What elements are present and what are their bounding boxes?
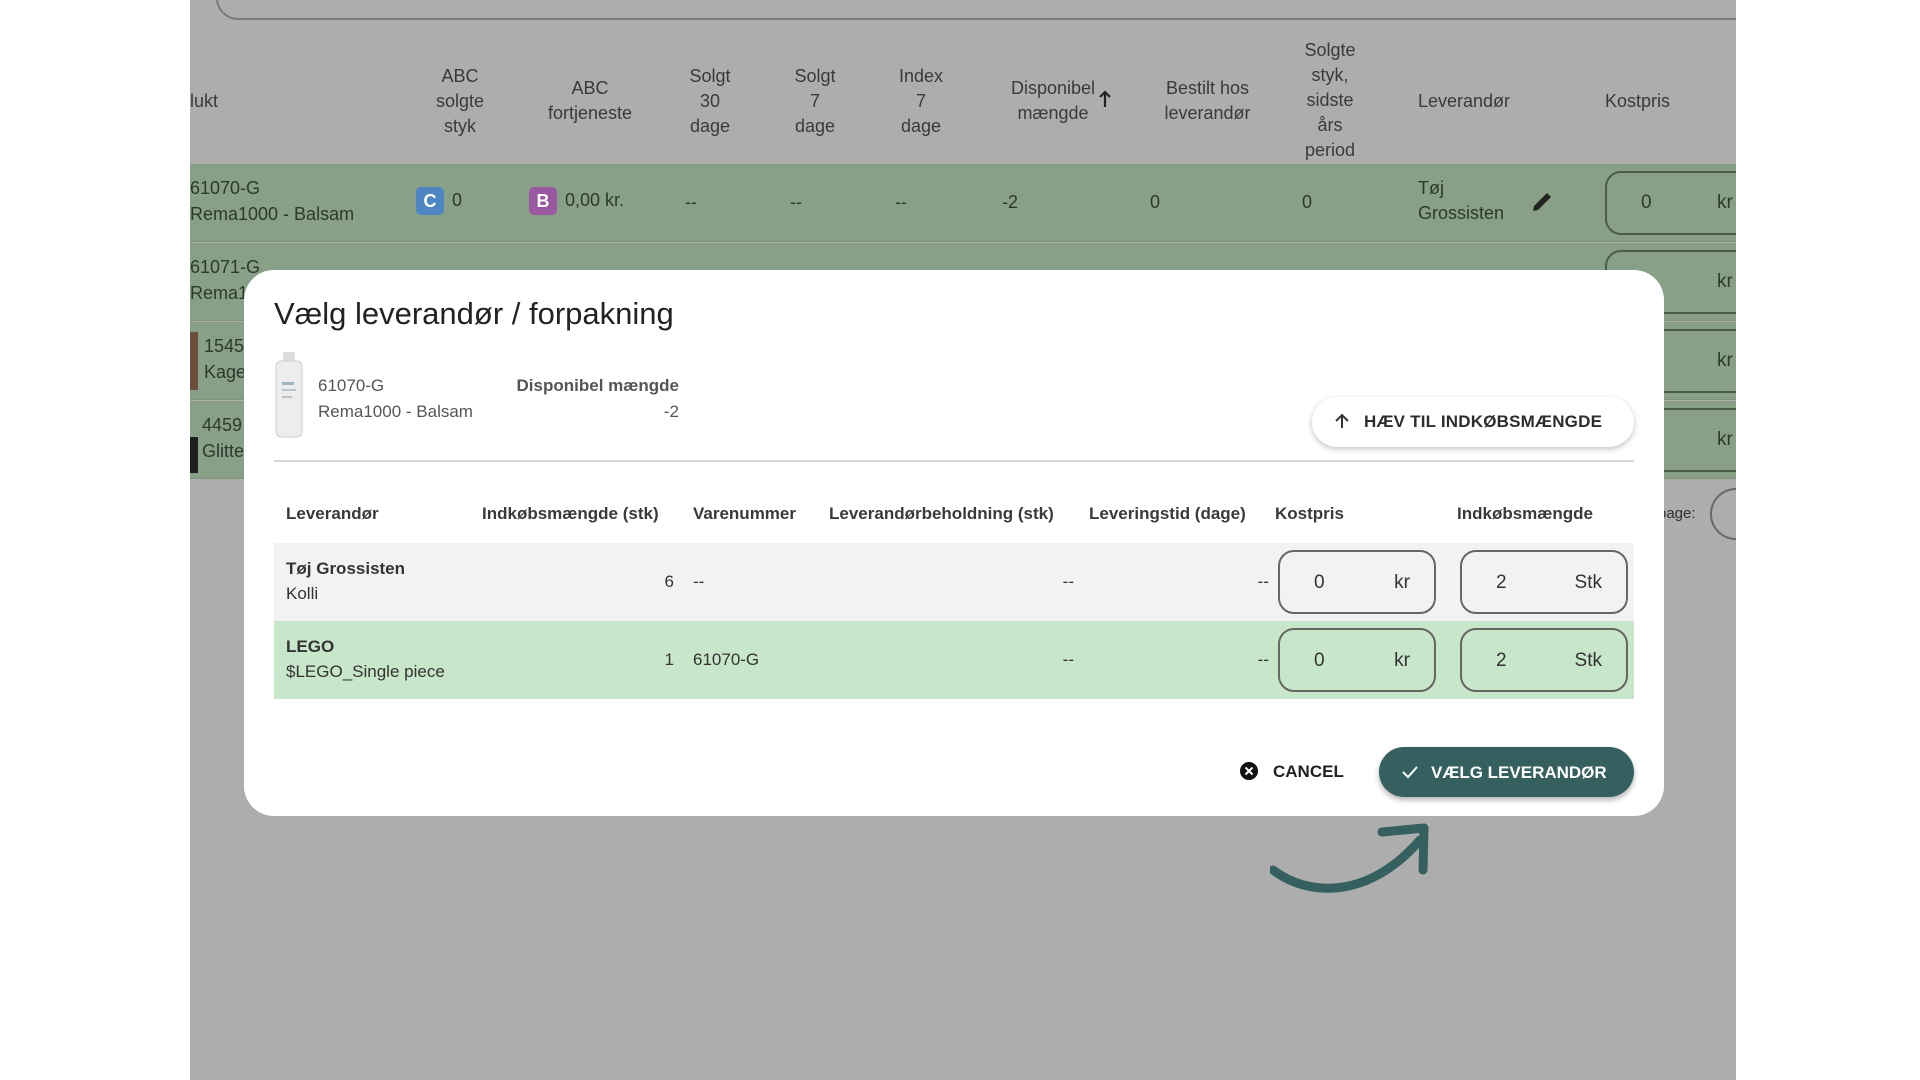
header-abc-solgte: ABC solgte styk — [435, 66, 485, 136]
dialog-title: Vælg leverandør / forpakning — [274, 296, 674, 331]
supplier-name: LEGO — [286, 637, 335, 656]
pagination-select[interactable] — [1710, 488, 1736, 540]
row-name: Rema1000 - Balsam — [190, 204, 355, 224]
choose-supplier-button[interactable]: VÆLG LEVERANDØR — [1379, 747, 1634, 797]
header-index-7: Index 7 dage — [898, 66, 944, 136]
quantity-input[interactable]: 2 Stk — [1460, 628, 1628, 692]
row-name: Glitte — [202, 441, 245, 461]
row-sku: 4459 — [202, 415, 243, 435]
header-bestilt: Bestilt hos leverandør — [1164, 78, 1251, 123]
header-solgt-7: Solgt 7 dage — [794, 66, 836, 136]
solgt30-cell: -- — [685, 192, 697, 212]
col-indkobsmaengde: Indkøbsmængde — [1457, 504, 1594, 523]
row-name: Kage — [204, 362, 247, 382]
header-solgte-aar: Solgte styk, sidste års period — [1304, 40, 1356, 160]
table-row[interactable]: 61070-G Rema1000 - Balsam C0 B 0,00 kr. -… — [190, 164, 1736, 242]
supplier-table-header: Leverandør Indkøbsmængde (stk) Varenumme… — [274, 494, 1634, 534]
product-thumbnail — [190, 437, 198, 473]
disponibel-value: -2 — [663, 402, 679, 421]
col-indkobsmaengde-stk: Indkøbsmængde (stk) — [482, 504, 659, 523]
purchase-qty-stk: 6 — [664, 572, 674, 591]
header-abc-fortjeneste: ABC fortjeneste — [547, 78, 633, 123]
item-number: -- — [693, 572, 705, 591]
index7-cell: -- — [895, 192, 907, 212]
row-name: Rema1 — [190, 283, 249, 303]
col-beholdning: Leverandørbeholdning (stk) — [829, 504, 1054, 523]
sort-arrow-up-icon[interactable] — [1098, 90, 1112, 108]
header-produkt: lukt — [190, 91, 219, 111]
cancel-button[interactable]: CANCEL — [1239, 754, 1359, 788]
item-number: 61070-G — [693, 650, 760, 669]
product-sku: 61070-G — [318, 376, 385, 395]
supplier-stock: -- — [1062, 650, 1074, 669]
abc-badge-b: B — [529, 187, 557, 215]
header-disponibel[interactable]: Disponibel mængde — [998, 76, 1108, 126]
col-leverandor: Leverandør — [286, 504, 379, 523]
product-name: Rema1000 - Balsam — [318, 402, 473, 421]
supplier-packaging: $LEGO_Single piece — [286, 662, 445, 681]
divider — [274, 460, 1634, 462]
row-sku: 61071-G — [190, 257, 261, 277]
row-sku: 61070-G — [190, 178, 261, 198]
cancel-circle-icon — [1240, 762, 1258, 780]
row-sku: 1545 — [204, 336, 245, 356]
delivery-time: -- — [1257, 650, 1269, 669]
leverandor-cell: Tøj Grossisten — [1418, 178, 1505, 223]
cost-price-input[interactable]: 0 kr — [1278, 550, 1436, 614]
bestilt-cell: 0 — [1150, 192, 1161, 212]
search-bar — [216, 0, 1736, 20]
table-header: lukt ABC solgte styk ABC fortjeneste Sol… — [190, 34, 1736, 164]
product-thumbnail — [190, 332, 198, 390]
abc-solgte-cell: C0 — [416, 187, 462, 215]
supplier-packaging: Kolli — [286, 584, 319, 603]
header-leverandor: Leverandør — [1418, 91, 1511, 111]
col-leveringstid: Leveringstid (dage) — [1089, 504, 1246, 523]
choose-supplier-dialog: Vælg leverandør / forpakning 61070-G Rem… — [244, 270, 1664, 816]
arrow-up-icon — [1335, 413, 1349, 428]
col-varenummer: Varenummer — [693, 504, 796, 523]
abc-fortjeneste-cell: B 0,00 kr. — [529, 187, 624, 215]
pencil-icon[interactable] — [1528, 188, 1556, 216]
solgte-aar-cell: 0 — [1302, 192, 1313, 212]
disponibel-label: Disponibel mængde — [516, 376, 679, 395]
cost-price-input[interactable]: 0 kr — [1278, 628, 1436, 692]
solgt7-cell: -- — [790, 192, 802, 212]
header-kostpris: Kostpris — [1605, 91, 1671, 111]
raise-to-purchase-quantity-button[interactable]: HÆV TIL INDKØBSMÆNGDE — [1312, 397, 1634, 447]
abc-badge-c: C — [416, 187, 444, 215]
check-icon — [1402, 766, 1418, 779]
product-image — [275, 352, 303, 438]
supplier-stock: -- — [1062, 572, 1074, 591]
header-solgt-30: Solgt 30 dage — [689, 66, 731, 136]
delivery-time: -- — [1257, 572, 1269, 591]
kostpris-input[interactable]: 0 kr — [1605, 171, 1736, 235]
supplier-row-selected[interactable]: LEGO $LEGO_Single piece 1 61070-G -- -- … — [274, 621, 1634, 699]
col-kostpris: Kostpris — [1275, 504, 1344, 523]
supplier-name: Tøj Grossisten — [286, 559, 406, 578]
disponibel-cell: -2 — [1002, 192, 1019, 212]
purchase-qty-stk: 1 — [664, 650, 674, 669]
quantity-input[interactable]: 2 Stk — [1460, 550, 1628, 614]
curved-arrow-icon — [1270, 823, 1429, 893]
supplier-row[interactable]: Tøj Grossisten Kolli 6 -- -- -- 0 kr 2 S… — [274, 543, 1634, 621]
